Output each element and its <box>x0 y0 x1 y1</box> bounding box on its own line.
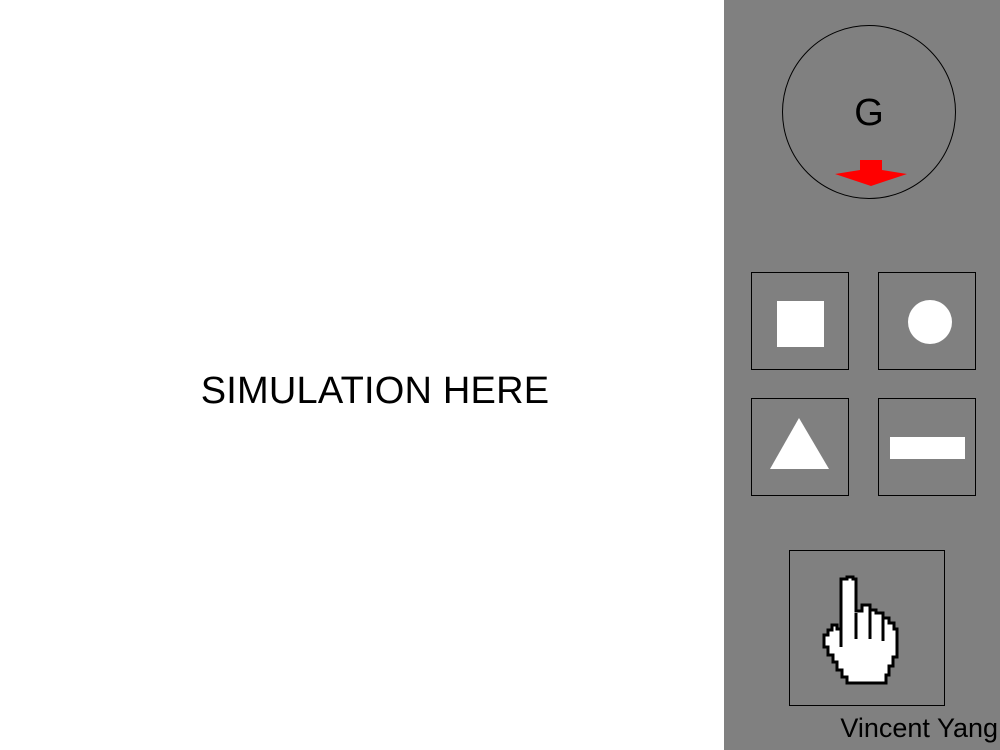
square-icon <box>777 301 824 347</box>
circle-icon <box>908 300 952 344</box>
triangle-icon <box>770 418 829 469</box>
add-triangle-button[interactable] <box>751 398 849 496</box>
bar-icon <box>890 437 965 459</box>
down-arrow-icon <box>835 160 907 186</box>
simulation-placeholder-text: SIMULATION HERE <box>200 370 550 412</box>
gravity-button[interactable]: G <box>782 25 956 199</box>
add-bar-button[interactable] <box>878 398 976 496</box>
hand-pointer-icon <box>822 575 899 685</box>
hand-tool-button[interactable] <box>789 550 945 706</box>
gravity-label: G <box>854 92 884 134</box>
simulation-canvas[interactable]: SIMULATION HERE <box>0 0 724 750</box>
author-credit: Vincent Yang <box>840 713 998 743</box>
add-square-button[interactable] <box>751 272 849 370</box>
tool-sidebar: G Vincent Yang <box>724 0 1000 750</box>
add-circle-button[interactable] <box>878 272 976 370</box>
app-window: SIMULATION HERE G Vincent Yang <box>0 0 1000 750</box>
